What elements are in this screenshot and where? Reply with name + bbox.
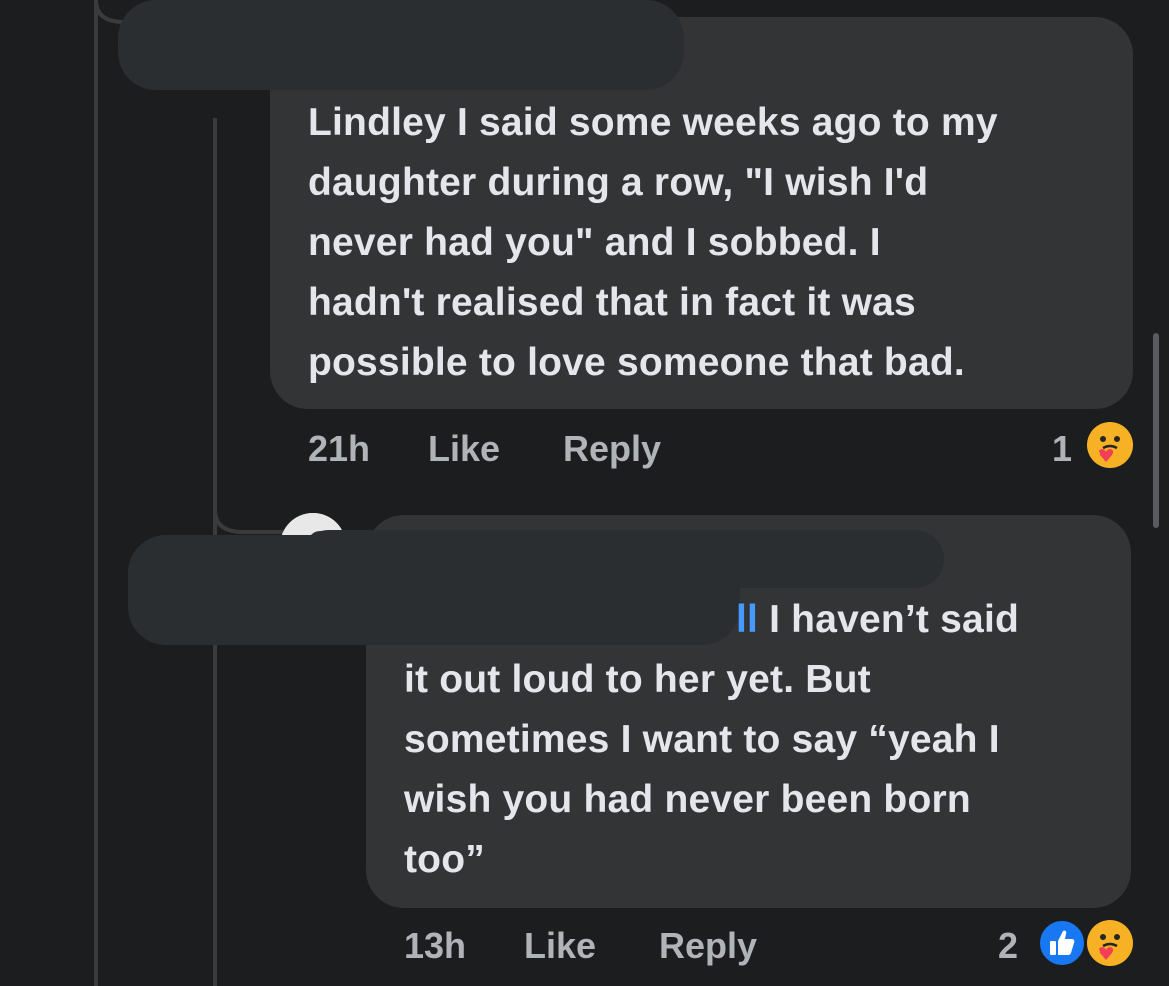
comment-2-line-5: too”: [404, 838, 485, 881]
comment-2-reply-button[interactable]: Reply: [659, 925, 757, 967]
comment-1-line-2: daughter during a row, "I wish I'd: [308, 161, 929, 204]
comment-2-line-3: sometimes I want to say “yeah I: [404, 718, 1000, 761]
care-icon[interactable]: [1086, 421, 1134, 469]
redacted-author-name-1: [118, 0, 684, 90]
comment-text-1: Lindley I said some weeks ago to my daug…: [308, 93, 1118, 393]
comment-2-like-button[interactable]: Like: [524, 925, 596, 967]
comment-2-line-4: wish you had never been born: [404, 778, 971, 821]
comment-1-line-1: Lindley I said some weeks ago to my: [308, 101, 998, 144]
comment-2-timestamp[interactable]: 13h: [404, 925, 466, 967]
comment-text-2: ll I haven’t said it out loud to her yet…: [404, 590, 1119, 890]
comment-2-line-1-text: I haven’t said: [758, 598, 1019, 641]
scrollbar[interactable]: [1153, 333, 1159, 528]
comment-2-reaction-count[interactable]: 2: [998, 925, 1018, 967]
comment-2-line-1: ll I haven’t said: [404, 590, 1119, 650]
comment-1-like-button[interactable]: Like: [428, 428, 500, 470]
comment-1-reply-button[interactable]: Reply: [563, 428, 661, 470]
comment-1-reaction-count[interactable]: 1: [1052, 428, 1072, 470]
care-icon[interactable]: [1086, 919, 1134, 967]
comment-1-timestamp[interactable]: 21h: [308, 428, 370, 470]
comment-2-line-2: it out loud to her yet. But: [404, 658, 871, 701]
like-icon[interactable]: [1038, 919, 1086, 967]
comment-1-line-5: possible to love someone that bad.: [308, 341, 965, 384]
comment-2-mention[interactable]: ll: [736, 598, 758, 641]
comment-1-line-4: hadn't realised that in fact it was: [308, 281, 916, 324]
thread-line-outer: [94, 0, 98, 986]
comment-1-line-3: never had you" and I sobbed. I: [308, 221, 881, 264]
